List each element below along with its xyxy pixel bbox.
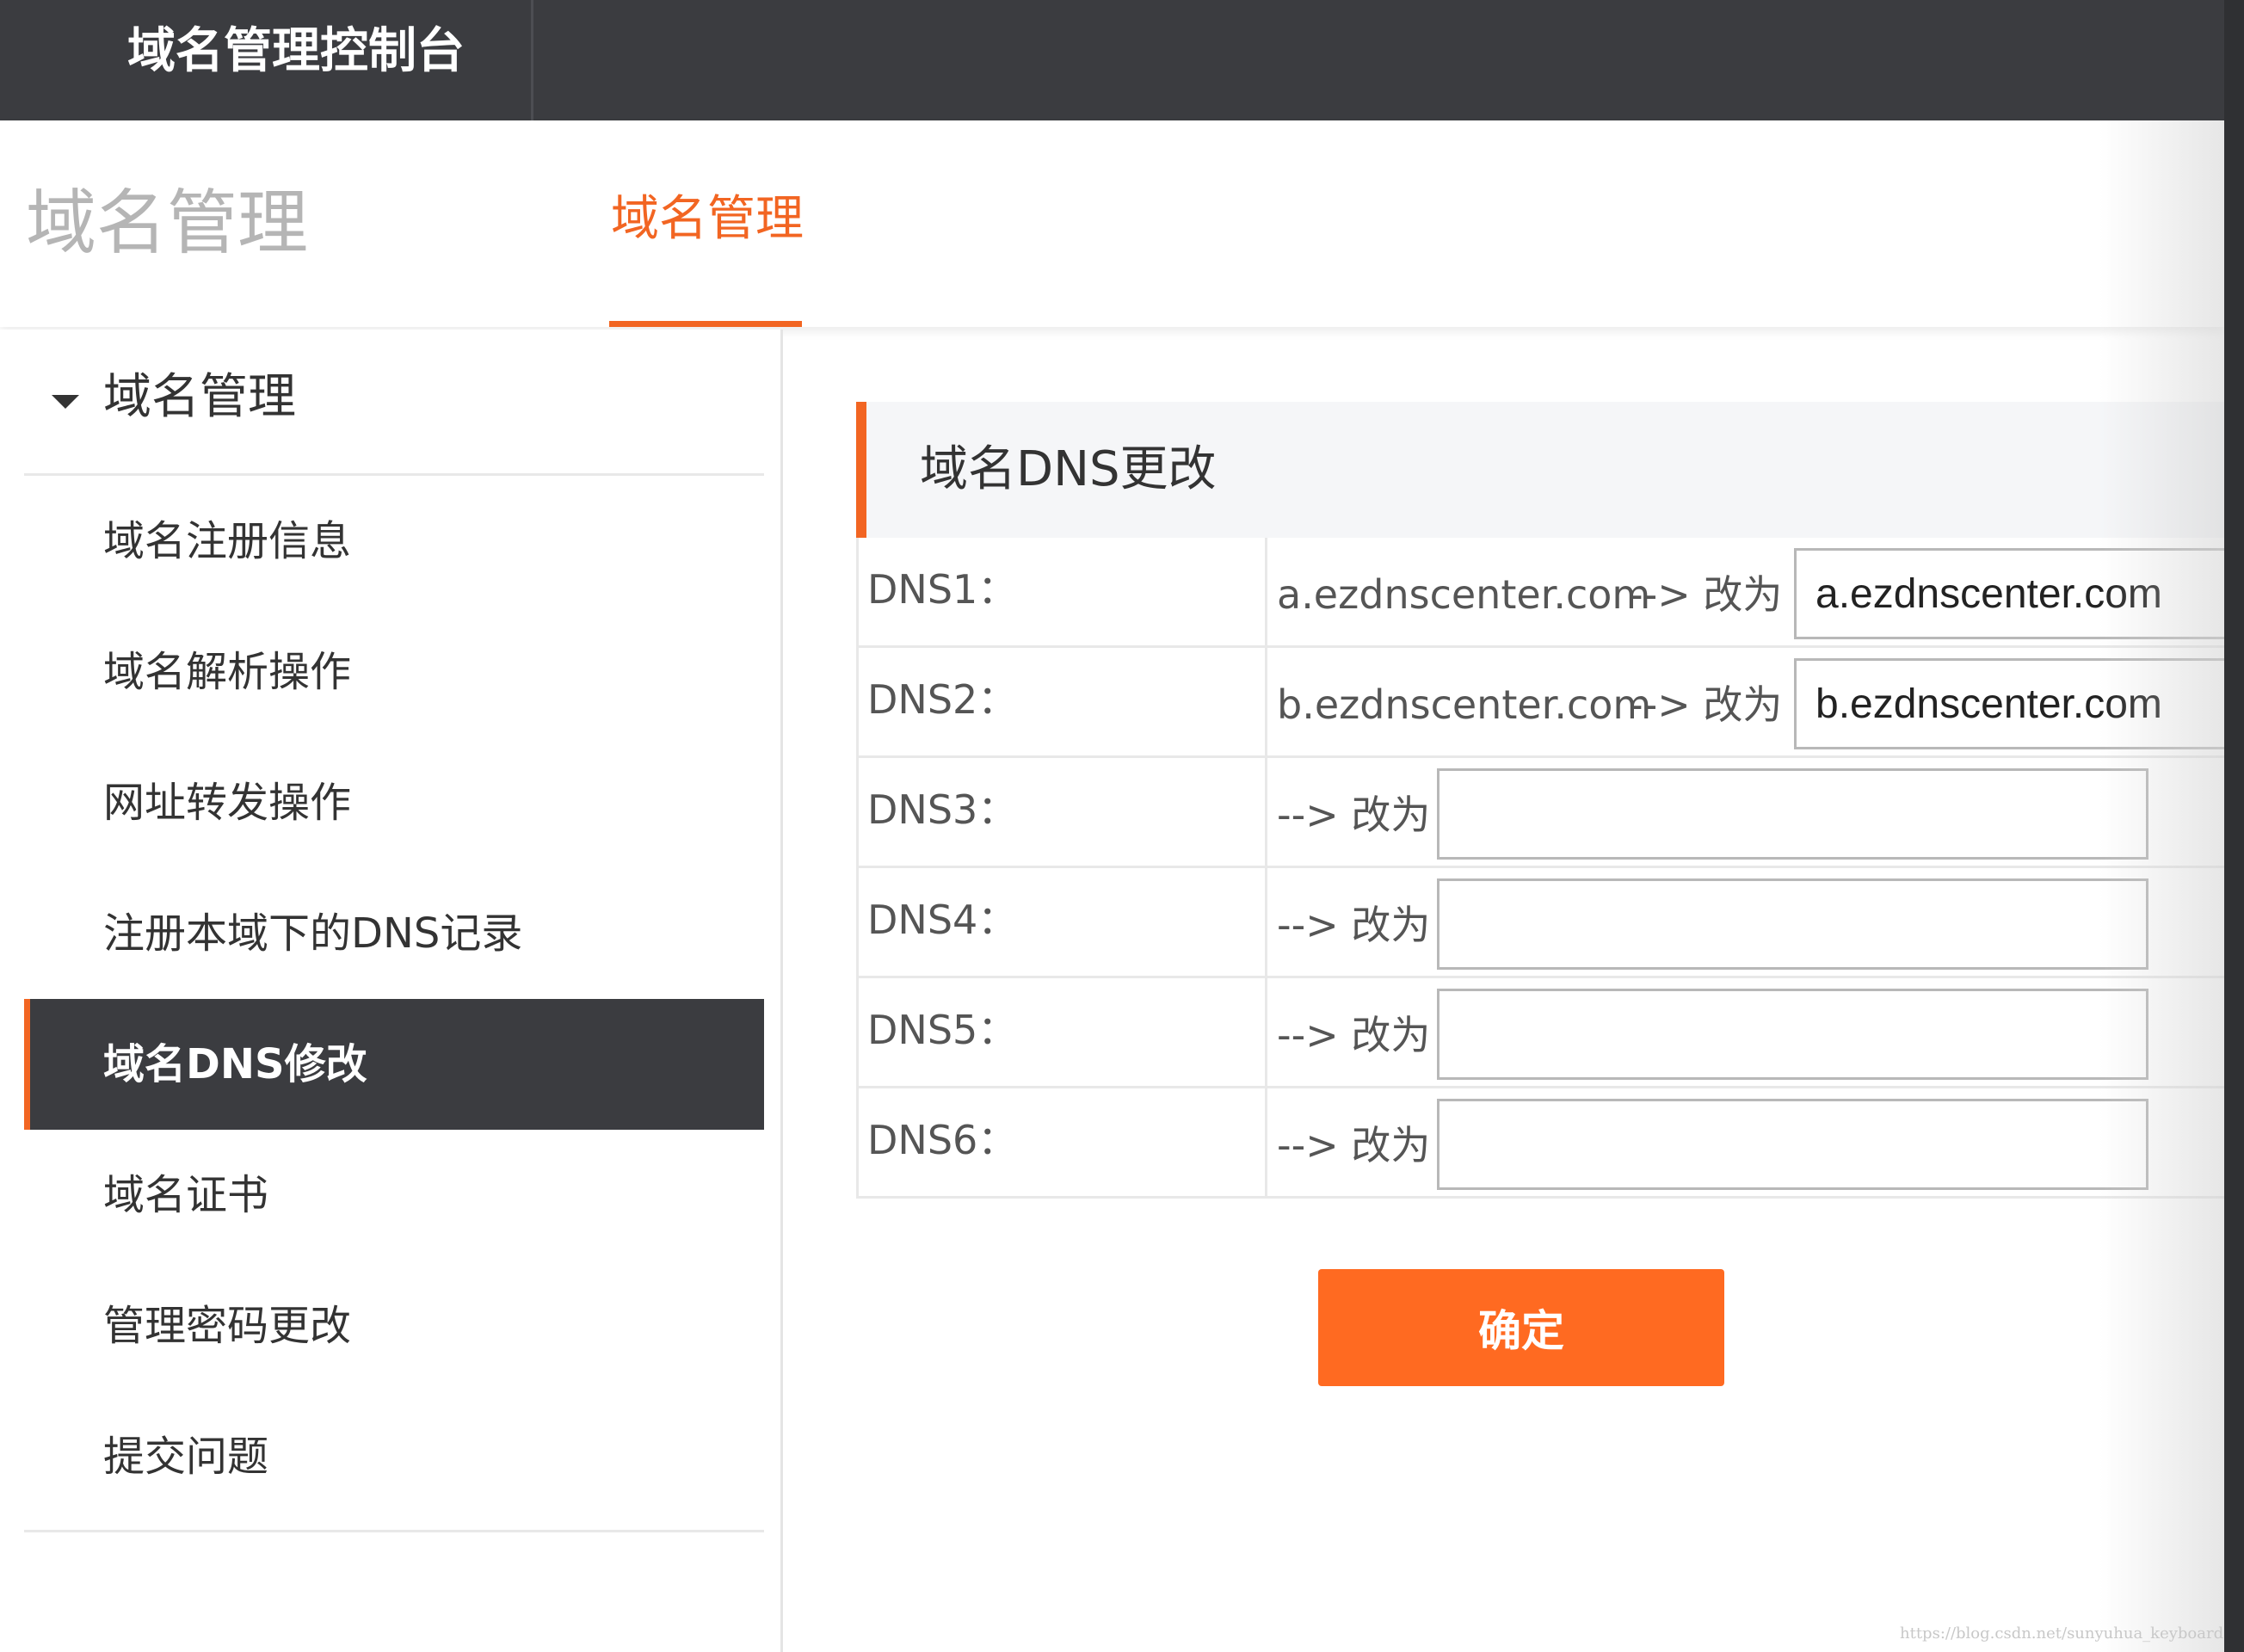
dns-label: DNS2：	[867, 676, 1018, 723]
dns-change-to-text: --> 改为	[1277, 902, 1431, 948]
sub-header: 域名管理 域名管理	[0, 120, 2224, 327]
dns-label-cell: DNS2：	[859, 648, 1267, 755]
sidebar-item-url-forwarding[interactable]: 网址转发操作	[24, 737, 764, 868]
sidebar-item-label: 注册本域下的DNS记录	[103, 909, 523, 958]
dns-label-cell: DNS4：	[859, 868, 1267, 976]
dns2-input[interactable]	[1794, 658, 2227, 749]
dns-label: DNS3：	[867, 786, 1018, 833]
dns-change-to-text: --> 改为	[1277, 1122, 1431, 1168]
sidebar-group-header[interactable]: 域名管理	[24, 330, 764, 476]
dns-row-1: DNS1： a.ezdnscenter.com --> 改为	[856, 538, 2227, 648]
dns5-input[interactable]	[1437, 989, 2148, 1080]
window-edge	[2224, 0, 2244, 1652]
sidebar-item-label: 域名注册信息	[103, 517, 352, 565]
dns-current-value: a.ezdnscenter.com	[1277, 571, 1651, 618]
dns-row-5: DNS5： --> 改为	[856, 978, 2224, 1088]
active-tab-indicator	[609, 321, 802, 327]
dns-current-value: b.ezdnscenter.com	[1277, 681, 1652, 728]
dns6-input[interactable]	[1437, 1099, 2148, 1190]
dns-change-to-text: --> 改为	[1277, 1012, 1431, 1058]
dns-row-4: DNS4： --> 改为	[856, 868, 2224, 978]
sidebar-item-label: 提交问题	[103, 1433, 269, 1481]
sidebar-item-label: 网址转发操作	[103, 779, 352, 827]
sidebar-item-label: 域名证书	[103, 1171, 269, 1219]
dns1-input[interactable]	[1794, 548, 2227, 639]
dns-row-3: DNS3： --> 改为	[856, 758, 2224, 868]
console-brand[interactable]: 域名管理控制台	[0, 0, 533, 120]
dns-change-to-text: --> 改为	[1277, 792, 1431, 838]
panel-title: 域名DNS更改	[920, 441, 1217, 497]
watermark-url: https://blog.csdn.net/sunyuhua_keyboard	[1900, 1624, 2224, 1643]
dns-row-2: DNS2： b.ezdnscenter.com --> 改为	[856, 648, 2227, 758]
dns-row-6: DNS6： --> 改为	[856, 1088, 2224, 1199]
dns-change-to-text: --> 改为	[1629, 571, 1783, 618]
dns-label-cell: DNS3：	[859, 758, 1267, 866]
sidebar-item-registration-info[interactable]: 域名注册信息	[24, 476, 764, 607]
dns-change-to-text: --> 改为	[1629, 681, 1783, 728]
sidebar-item-label: 域名DNS修改	[103, 1040, 367, 1088]
dns-label: DNS4：	[867, 897, 1018, 943]
confirm-button[interactable]: 确定	[1318, 1269, 1724, 1386]
sidebar-item-label: 域名解析操作	[103, 648, 352, 696]
dns-table: DNS1： a.ezdnscenter.com --> 改为 DNS2： b.e…	[856, 538, 2227, 1199]
dns-label-cell: DNS1：	[859, 538, 1267, 645]
dns-label: DNS1：	[867, 566, 1018, 613]
console-title: 域名管理控制台	[127, 23, 465, 79]
dns-label: DNS5：	[867, 1007, 1018, 1053]
sidebar-item-submit-issue[interactable]: 提交问题	[24, 1391, 764, 1522]
section-title: 域名管理	[26, 182, 309, 264]
sidebar-item-certificate[interactable]: 域名证书	[24, 1130, 764, 1261]
tab-label: 域名管理	[611, 191, 804, 247]
sidebar-menu: 域名注册信息 域名解析操作 网址转发操作 注册本域下的DNS记录 域名DNS修改…	[24, 476, 764, 1522]
sidebar-divider	[24, 1530, 764, 1532]
sidebar-item-dns-modify[interactable]: 域名DNS修改	[24, 999, 764, 1130]
dns-label-cell: DNS6：	[859, 1088, 1267, 1196]
dns3-input[interactable]	[1437, 768, 2148, 860]
panel-header: 域名DNS更改	[856, 402, 2224, 538]
caret-down-icon	[52, 395, 79, 409]
dns-label-cell: DNS5：	[859, 978, 1267, 1086]
sidebar: 域名管理 域名注册信息 域名解析操作 网址转发操作 注册本域下的DNS记录 域名…	[0, 330, 783, 1652]
sidebar-item-label: 管理密码更改	[103, 1302, 352, 1350]
sidebar-item-change-password[interactable]: 管理密码更改	[24, 1261, 764, 1391]
tab-domain-management[interactable]: 域名管理	[609, 120, 804, 327]
top-bar: 域名管理控制台	[0, 0, 2224, 120]
dns4-input[interactable]	[1437, 878, 2148, 970]
sidebar-item-register-dns-records[interactable]: 注册本域下的DNS记录	[24, 868, 764, 999]
dns-label: DNS6：	[867, 1117, 1018, 1163]
sidebar-item-dns-resolution[interactable]: 域名解析操作	[24, 607, 764, 737]
sidebar-group-label: 域名管理	[103, 369, 296, 425]
